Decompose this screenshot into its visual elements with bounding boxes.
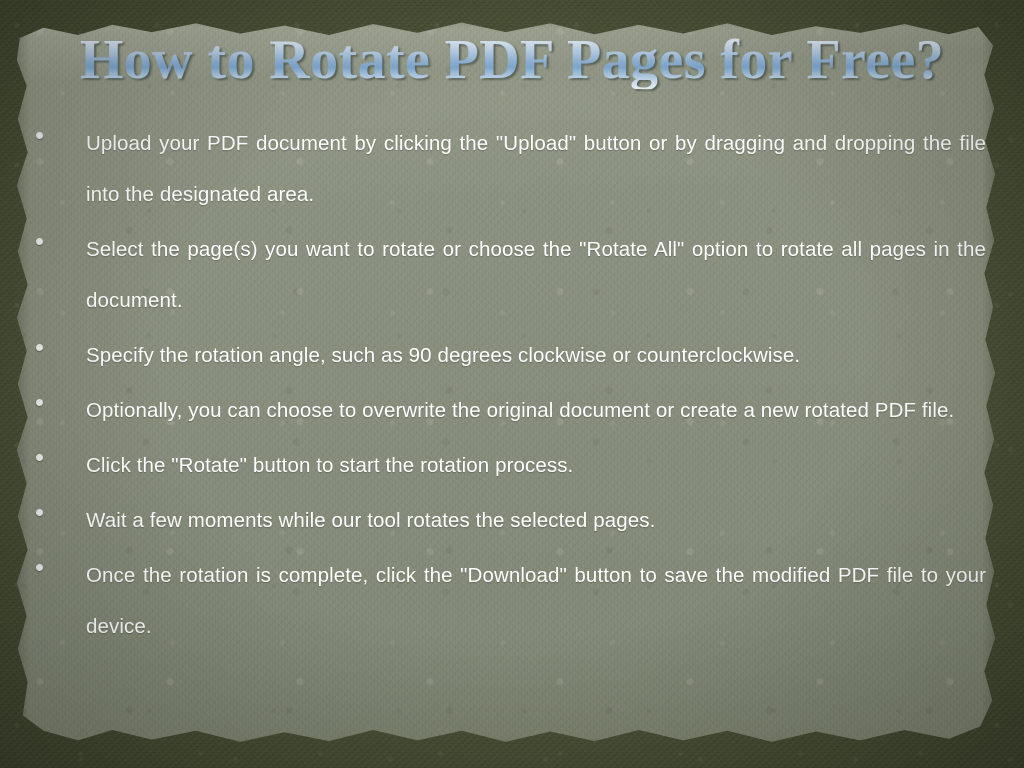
list-item-text: Optionally, you can choose to overwrite …	[86, 399, 955, 422]
list-item: Wait a few moments while our tool rotate…	[14, 495, 986, 546]
bullet-dot-icon	[36, 344, 43, 351]
list-item: Click the "Rotate" button to start the r…	[14, 440, 986, 491]
list-item-text: Select the page(s) you want to rotate or…	[86, 238, 986, 312]
list-item: Once the rotation is complete, click the…	[14, 550, 986, 652]
bullet-dot-icon	[36, 238, 43, 245]
bullet-dot-icon	[36, 454, 43, 461]
bullet-dot-icon	[36, 399, 43, 406]
list-item: Upload your PDF document by clicking the…	[14, 118, 986, 220]
list-item-text: Upload your PDF document by clicking the…	[86, 132, 986, 206]
list-item-text: Wait a few moments while our tool rotate…	[86, 509, 656, 532]
bullet-list: Upload your PDF document by clicking the…	[14, 118, 986, 656]
list-item-text: Once the rotation is complete, click the…	[86, 564, 986, 638]
list-item: Select the page(s) you want to rotate or…	[14, 224, 986, 326]
list-item-text: Click the "Rotate" button to start the r…	[86, 454, 574, 477]
bullet-dot-icon	[36, 564, 43, 571]
list-item: Specify the rotation angle, such as 90 d…	[14, 330, 986, 381]
slide-canvas: How to Rotate PDF Pages for Free? Upload…	[0, 0, 1024, 768]
list-item: Optionally, you can choose to overwrite …	[14, 385, 986, 436]
bullet-dot-icon	[36, 132, 43, 139]
list-item-text: Specify the rotation angle, such as 90 d…	[86, 344, 801, 367]
bullet-dot-icon	[36, 509, 43, 516]
